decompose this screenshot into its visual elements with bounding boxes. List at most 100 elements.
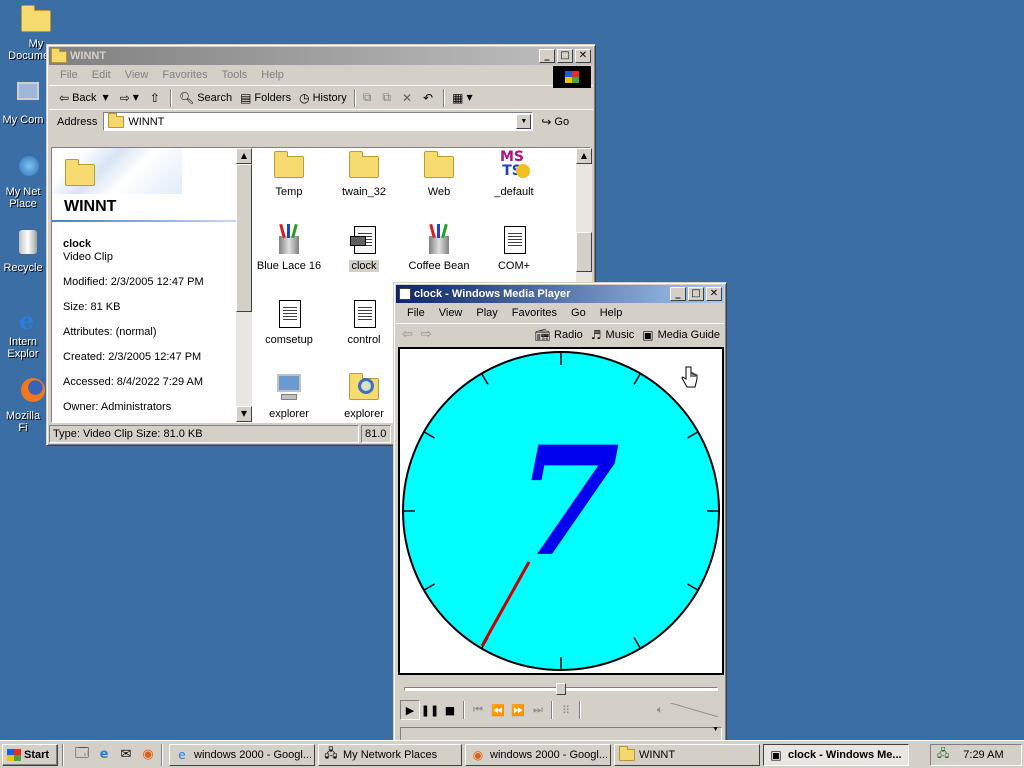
move-to-button[interactable]: ⧉ <box>359 88 379 108</box>
back-button[interactable]: ⇦ Back ▼ <box>55 88 116 108</box>
file-item-selected[interactable]: clock <box>327 224 401 272</box>
menu-file[interactable]: File <box>53 69 85 81</box>
file-item[interactable]: COM+ <box>477 224 551 272</box>
scroll-thumb[interactable] <box>236 164 252 312</box>
file-item[interactable]: explorer <box>252 372 326 420</box>
address-value: WINNT <box>128 115 165 128</box>
firefox-icon <box>7 376 45 408</box>
up-folder-button[interactable]: ⇧ <box>146 88 167 108</box>
scroll-up-button[interactable]: ▲ <box>576 148 592 164</box>
explorer-title-bar[interactable]: WINNT _ □ ✕ <box>49 47 593 65</box>
search-icon: 🔍︎ <box>178 90 195 105</box>
menu-tools[interactable]: Tools <box>215 69 255 81</box>
file-item[interactable]: twain_32 <box>327 150 401 198</box>
menu-view[interactable]: View <box>432 307 470 319</box>
desktop-icon-my-network-places[interactable]: My Net Place <box>0 152 46 210</box>
forward-arrow-icon[interactable]: ⇨ <box>421 327 432 342</box>
address-dropdown-button[interactable]: ▼ <box>516 114 532 129</box>
system-tray: 🖧 7:29 AM <box>930 743 1022 766</box>
video-area[interactable]: 7 <box>398 347 724 675</box>
radio-link[interactable]: 📻︎ Radio <box>535 328 583 342</box>
rewind-button[interactable]: ⏪ <box>488 700 508 720</box>
menu-view[interactable]: View <box>118 69 156 81</box>
start-button[interactable]: Start <box>2 743 58 766</box>
menu-edit[interactable]: Edit <box>85 69 118 81</box>
history-button[interactable]: ◷ History <box>295 88 351 108</box>
task-button-ie[interactable]: e windows 2000 - Googl... <box>169 743 315 766</box>
info-pane-scrollbar[interactable]: ▲ ▼ <box>236 148 252 422</box>
forward-button[interactable]: ⇨ ▼ <box>116 88 146 108</box>
address-input[interactable]: WINNT ▼ <box>103 112 534 131</box>
file-item[interactable]: explorer <box>327 372 401 420</box>
menu-go[interactable]: Go <box>564 307 593 319</box>
scroll-up-button[interactable]: ▲ <box>236 148 252 164</box>
next-button[interactable]: ⏭ <box>528 700 548 720</box>
file-item[interactable]: Temp <box>252 150 326 198</box>
undo-button[interactable]: ↶ <box>419 88 440 108</box>
maximize-button[interactable]: □ <box>557 49 573 63</box>
fast-forward-button[interactable]: ⏩ <box>508 700 528 720</box>
copy-to-button[interactable]: ⧉ <box>378 88 398 108</box>
close-button[interactable]: ✕ <box>575 49 591 63</box>
volume-slider[interactable] <box>670 703 718 717</box>
task-button-winnt[interactable]: WINNT <box>614 743 760 766</box>
pause-button[interactable]: ❚❚ <box>420 700 440 720</box>
views-button[interactable]: ▦ ▼ <box>448 88 480 108</box>
item-attributes: Attributes: (normal) <box>63 326 157 338</box>
previous-button[interactable]: ⏮ <box>468 700 488 720</box>
media-guide-link[interactable]: ▣ Media Guide <box>642 328 720 342</box>
minimize-button[interactable]: _ <box>539 49 555 63</box>
menu-file[interactable]: File <box>400 307 432 319</box>
back-arrow-icon[interactable]: ⇦ <box>402 327 413 342</box>
desktop-icon-mozilla-firefox[interactable]: Mozilla Fi <box>0 376 46 434</box>
delete-button[interactable]: ✕ <box>398 88 419 108</box>
file-item[interactable]: MS TS _default <box>477 150 551 198</box>
network-tray-icon[interactable]: 🖧 <box>937 745 949 764</box>
file-item[interactable]: Web <box>402 150 476 198</box>
stop-button[interactable]: ■ <box>440 700 460 720</box>
internet-explorer-icon[interactable]: e <box>93 744 115 766</box>
menu-help[interactable]: Help <box>254 69 291 81</box>
media-player-icon: ▣ <box>770 747 782 762</box>
play-button[interactable]: ▶ <box>400 700 420 720</box>
taskbar-separator <box>62 743 64 766</box>
toolbar-separator <box>443 88 446 107</box>
file-item[interactable]: control <box>327 298 401 346</box>
seek-thumb[interactable] <box>556 683 566 695</box>
close-button[interactable]: ✕ <box>706 287 722 301</box>
file-item[interactable]: comsetup <box>252 298 326 346</box>
desktop-icon-my-computer[interactable]: My Com <box>0 80 46 126</box>
seek-bar[interactable] <box>404 683 718 695</box>
menu-favorites[interactable]: Favorites <box>505 307 564 319</box>
search-button[interactable]: 🔍︎ Search <box>175 88 236 108</box>
desktop-icon-recycle-bin[interactable]: Recycle <box>0 228 46 274</box>
menu-help[interactable]: Help <box>593 307 630 319</box>
status-dropdown-icon[interactable]: ▼ <box>712 726 719 733</box>
folders-button[interactable]: ▤ Folders <box>236 88 295 108</box>
playlist-icon: ⠿ <box>561 703 571 717</box>
address-bar: Address WINNT ▼ ↪ Go <box>49 109 593 133</box>
music-link[interactable]: ♬ Music <box>591 328 635 342</box>
menu-favorites[interactable]: Favorites <box>155 69 214 81</box>
maximize-button[interactable]: □ <box>688 287 704 301</box>
media-player-title-bar[interactable]: clock - Windows Media Player _ □ ✕ <box>396 285 724 303</box>
task-button-media-player[interactable]: ▣ clock - Windows Me... <box>763 743 909 766</box>
playlist-button[interactable]: ⠿ <box>556 700 576 720</box>
menu-play[interactable]: Play <box>469 307 504 319</box>
desktop-icon-internet-explorer[interactable]: e Intern Explor <box>0 302 46 360</box>
minimize-button[interactable]: _ <box>670 287 686 301</box>
firefox-icon[interactable]: ◉ <box>137 744 159 766</box>
go-button[interactable]: ↪ Go <box>537 112 573 132</box>
scroll-thumb[interactable] <box>576 232 592 272</box>
playback-controls: ▶ ❚❚ ■ ⏮ ⏪ ⏩ ⏭ ⠿ 🔈︎ <box>400 699 722 721</box>
file-item[interactable]: Coffee Bean <box>402 223 476 272</box>
outlook-express-icon[interactable]: ✉ <box>115 744 137 766</box>
show-desktop-icon[interactable]: 🗔 <box>71 744 93 766</box>
recycle-bin-icon <box>7 228 39 260</box>
task-button-firefox[interactable]: ◉ windows 2000 - Googl... <box>465 743 611 766</box>
tray-clock[interactable]: 7:29 AM <box>963 749 1003 761</box>
mute-button[interactable]: 🔈︎ <box>650 700 670 720</box>
file-item[interactable]: Blue Lace 16 <box>252 223 326 272</box>
scroll-down-button[interactable]: ▼ <box>236 406 252 422</box>
task-button-network-places[interactable]: 🖧 My Network Places <box>318 743 462 766</box>
